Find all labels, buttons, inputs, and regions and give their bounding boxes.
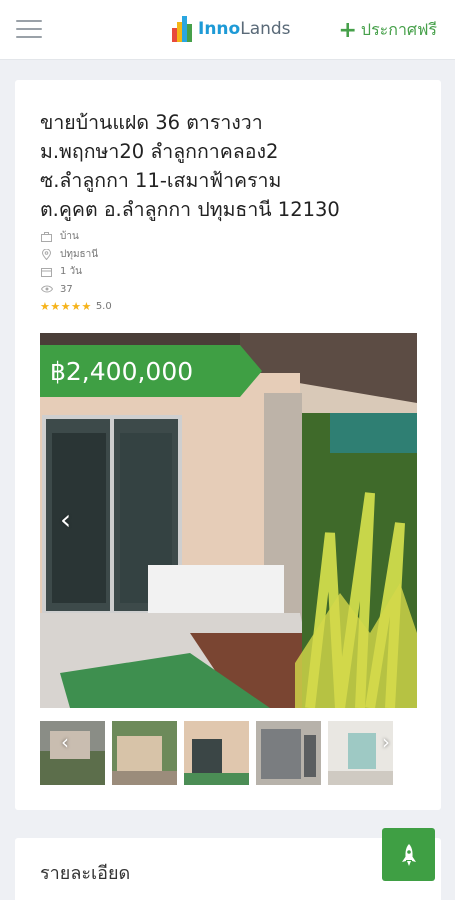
thumbnail[interactable] [112, 721, 177, 785]
main-photo[interactable]: ฿2,400,000 ‹ [40, 333, 417, 708]
meta-province: ปทุมธานี [40, 246, 112, 264]
thumbnail-image [112, 721, 177, 785]
posted-value: 1 วัน [60, 266, 82, 278]
photo-prev-icon[interactable]: ‹ [60, 503, 71, 536]
thumbnail-image [40, 721, 105, 785]
price-tag: ฿2,400,000 [40, 345, 262, 397]
province-value: ปทุมธานี [60, 248, 99, 260]
listing-meta: บ้าน ปทุมธานี 1 วัน 37 ★★★★★ 5.0 [40, 228, 112, 316]
thumbnail-image [256, 721, 321, 785]
logo-text: InnoLands [198, 19, 291, 39]
briefcase-icon [40, 231, 53, 242]
meta-views: 37 [40, 281, 112, 299]
title-line: ขายบ้านแฝด 36 ตารางวา [40, 111, 263, 134]
rating-value: 5.0 [95, 301, 112, 313]
title-line: ต.คูคต อ.ลำลูกกา ปทุมธานี 12130 [40, 198, 340, 221]
menu-icon[interactable] [16, 20, 42, 40]
meta-posted: 1 วัน [40, 263, 112, 281]
details-card: รายละเอียด [15, 838, 441, 900]
rocket-icon [401, 843, 416, 866]
title-line: ม.พฤกษา20 ลำลูกกาคลอง2 [40, 140, 279, 163]
listing-title: ขายบ้านแฝด 36 ตารางวา ม.พฤกษา20 ลำลูกกาค… [40, 108, 430, 224]
meta-type: บ้าน [40, 228, 112, 246]
rating-stars-icon: ★★★★★ [40, 300, 92, 314]
thumbnail-strip [40, 721, 417, 785]
thumbnail[interactable] [40, 721, 105, 785]
post-free-label: ประกาศฟรี [360, 20, 437, 39]
back-to-top-button[interactable] [382, 828, 435, 881]
plus-icon: + [338, 17, 357, 43]
thumbs-prev-icon[interactable]: ‹ [61, 730, 69, 754]
post-free-button[interactable]: + ประกาศฟรี [338, 18, 437, 43]
location-pin-icon [40, 248, 53, 260]
thumbnail[interactable] [256, 721, 321, 785]
thumbnail[interactable] [184, 721, 249, 785]
innolands-logo[interactable]: InnoLands [172, 14, 291, 44]
calendar-icon [40, 266, 53, 277]
title-line: ซ.ลำลูกกา 11-เสมาฟ้าคราม [40, 169, 282, 192]
meta-rating: ★★★★★ 5.0 [40, 298, 112, 316]
top-bar: InnoLands + ประกาศฟรี [0, 0, 455, 60]
views-value: 37 [60, 283, 73, 295]
thumbnail-image [184, 721, 249, 785]
type-value: บ้าน [60, 231, 79, 243]
eye-icon [40, 284, 53, 295]
logo-bars-icon [172, 16, 194, 42]
price-value: ฿2,400,000 [50, 356, 194, 386]
thumbs-next-icon[interactable]: › [382, 730, 390, 754]
details-title: รายละเอียด [40, 863, 131, 884]
listing-card: ขายบ้านแฝด 36 ตารางวา ม.พฤกษา20 ลำลูกกาค… [15, 80, 441, 810]
